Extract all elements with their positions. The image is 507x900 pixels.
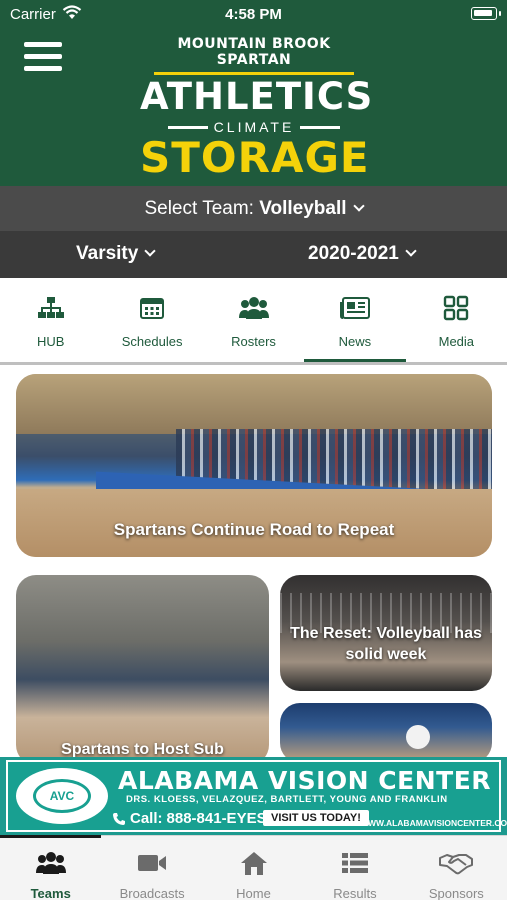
clock: 4:58 PM [225, 6, 282, 23]
level-value: Varsity [76, 243, 139, 264]
tab-media[interactable]: Media [406, 278, 507, 363]
tab-home[interactable]: Home [203, 836, 304, 900]
tab-broadcasts[interactable]: Broadcasts [101, 836, 202, 900]
logo-athletics-text: ATHLETICS [140, 75, 374, 118]
photo-background [16, 374, 492, 434]
key-icon [300, 125, 341, 129]
avc-logo-text: AVC [49, 789, 75, 803]
tab-results[interactable]: Results [304, 836, 405, 900]
news-card-title: Spartans to Host Sub [61, 741, 224, 757]
video-camera-icon [101, 850, 202, 876]
eye-icon: AVC [33, 779, 91, 813]
battery-icon [471, 7, 497, 20]
ad-call-label: Call: [130, 810, 163, 827]
newspaper-icon [304, 294, 405, 322]
teams-icon [0, 850, 101, 876]
chevron-down-icon [144, 245, 156, 257]
tab-home-label: Home [236, 886, 271, 900]
app-screen: Carrier 4:58 PM MOUNTAIN BROOK SPARTAN A… [0, 0, 507, 900]
tab-teams-label: Teams [30, 886, 71, 900]
tab-rosters[interactable]: Rosters [203, 278, 304, 363]
ad-phone-number: 888-841-EYES [166, 810, 267, 827]
tab-hub[interactable]: HUB [0, 278, 101, 363]
news-card[interactable]: Spartans to Host Sub [16, 575, 269, 757]
chevron-down-icon [352, 200, 365, 212]
tab-teams[interactable]: Teams [0, 836, 101, 900]
year-value: 2020-2021 [308, 243, 399, 264]
tab-news[interactable]: News [304, 278, 407, 363]
phone-icon [113, 812, 125, 825]
news-card[interactable]: The Reset: Volleyball has solid week [280, 575, 492, 691]
tab-schedules[interactable]: Schedules [101, 278, 202, 363]
group-icon [203, 294, 304, 322]
tab-sponsors[interactable]: Sponsors [406, 836, 507, 900]
team-selector-value: Volleyball [259, 198, 347, 219]
org-chart-icon [0, 294, 101, 322]
home-icon [203, 850, 304, 876]
key-icon [167, 125, 208, 129]
team-selector-label: Select Team: [144, 198, 254, 219]
status-bar: Carrier 4:58 PM [0, 0, 507, 28]
ad-doctors: DRS. KLOESS, VELAZQUEZ, BARTLETT, YOUNG … [126, 794, 448, 805]
tab-schedules-label: Schedules [121, 334, 183, 349]
tab-hub-label: HUB [36, 334, 65, 349]
calendar-icon [101, 294, 202, 322]
level-dropdown[interactable]: Varsity [76, 243, 156, 265]
news-card-title: The Reset: Volleyball has solid week [290, 625, 482, 663]
featured-news-card[interactable]: Spartans Continue Road to Repeat [16, 374, 492, 557]
volleyball-photo [406, 725, 430, 749]
sponsor-logo: MOUNTAIN BROOK SPARTAN ATHLETICS CLIMATE… [140, 36, 374, 186]
news-card[interactable] [280, 703, 492, 757]
battery-tip [499, 11, 501, 16]
ad-url: WWW.ALABAMAVISIONCENTER.COM [360, 818, 507, 828]
season-bar: Varsity 2020-2021 [0, 231, 507, 278]
header: Carrier 4:58 PM MOUNTAIN BROOK SPARTAN A… [0, 0, 507, 186]
ad-title: ALABAMA VISION CENTER [118, 766, 492, 795]
tab-news-label: News [338, 334, 372, 349]
tab-media-label: Media [438, 334, 475, 349]
year-dropdown[interactable]: 2020-2021 [308, 243, 417, 265]
hamburger-menu-icon[interactable] [24, 42, 62, 74]
list-icon [304, 850, 405, 876]
avc-logo: AVC [16, 768, 108, 824]
section-tabs: HUB Schedules Rosters News Media [0, 278, 507, 364]
tab-results-label: Results [333, 886, 377, 900]
news-feed: Spartans Continue Road to Repeat Spartan… [0, 365, 507, 757]
logo-storage-text: STORAGE [140, 133, 370, 182]
logo-top-text: MOUNTAIN BROOK SPARTAN [177, 36, 331, 68]
active-tab-indicator [0, 835, 101, 838]
ad-banner[interactable]: AVC ALABAMA VISION CENTER DRS. KLOESS, V… [0, 757, 507, 835]
tab-sponsors-label: Sponsors [428, 886, 484, 900]
bottom-tab-bar: Teams Broadcasts Home Results Sponsors [0, 835, 507, 900]
featured-news-title: Spartans Continue Road to Repeat [113, 520, 395, 539]
ad-phone: Call: 888-841-EYES [112, 810, 267, 827]
tab-rosters-label: Rosters [231, 334, 276, 349]
ad-frame: AVC ALABAMA VISION CENTER DRS. KLOESS, V… [6, 760, 507, 832]
chevron-down-icon [405, 245, 417, 257]
visit-us-button[interactable]: VISIT US TODAY! [263, 810, 369, 826]
grid-icon [406, 294, 507, 322]
handshake-icon [406, 850, 507, 876]
tab-broadcasts-label: Broadcasts [119, 886, 185, 900]
team-selector[interactable]: Select Team: Volleyball [0, 186, 507, 231]
